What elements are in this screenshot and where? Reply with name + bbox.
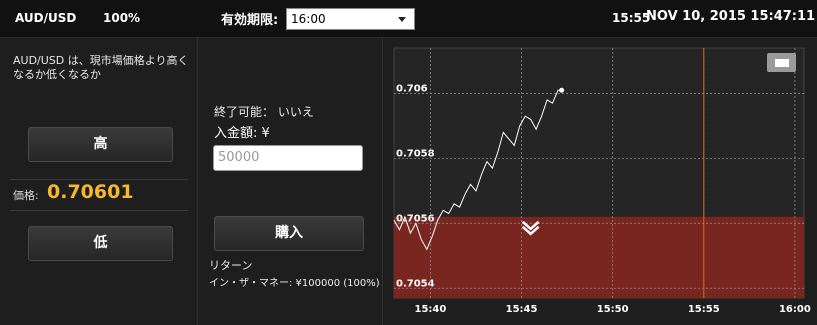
expiry-select[interactable]: 16:00 bbox=[286, 8, 415, 30]
low-button[interactable]: 低 bbox=[28, 226, 173, 261]
expiry-select-value: 16:00 bbox=[291, 12, 326, 26]
put-zone bbox=[394, 216, 804, 298]
direction-panel: AUD/USD は、現市場価格より高くなるか低くなるか 高 価格: 0.7060… bbox=[0, 38, 198, 325]
price-chart-svg: 0.706 0.7058 0.7056 0.7054 15:40 15:45 15:50 15… bbox=[393, 47, 811, 315]
early-close-status: 終了可能： いいえ bbox=[214, 105, 314, 119]
price-value: 0.70601 bbox=[47, 181, 134, 203]
x-tick-label: 15:55 bbox=[688, 304, 720, 315]
x-tick-label: 15:50 bbox=[597, 304, 629, 315]
buy-button[interactable]: 購入 bbox=[214, 216, 364, 251]
window-toggle-icon-glyph bbox=[775, 59, 789, 67]
divider bbox=[10, 210, 188, 211]
x-tick-label: 16:00 bbox=[779, 304, 811, 315]
return-label: リターン bbox=[209, 259, 253, 272]
in-the-money-payout: イン・ザ・マネー: ¥100000 (100%) bbox=[209, 278, 380, 289]
y-tick-label: 0.706 bbox=[396, 83, 428, 94]
price-chart[interactable]: 0.706 0.7058 0.7056 0.7054 15:40 15:45 15:50 15… bbox=[384, 38, 817, 325]
divider bbox=[10, 179, 188, 180]
y-tick-label: 0.7056 bbox=[396, 213, 435, 224]
amount-input[interactable]: 50000 bbox=[213, 145, 363, 171]
header-bar: AUD/USD 100% 有効期限: 16:00 15:55 NOV 10, 2… bbox=[0, 0, 817, 38]
expiry-label: 有効期限: bbox=[221, 13, 279, 28]
high-button[interactable]: 高 bbox=[28, 127, 173, 162]
amount-label: 入金額: ¥ bbox=[214, 126, 270, 141]
last-price-point bbox=[559, 87, 565, 93]
asset-pair: AUD/USD bbox=[15, 11, 77, 25]
server-datetime: NOV 10, 2015 15:47:11 bbox=[646, 9, 816, 24]
x-tick-label: 15:45 bbox=[506, 304, 538, 315]
trade-description: AUD/USD は、現市場価格より高くなるか低くなるか bbox=[13, 54, 189, 81]
order-panel: 終了可能： いいえ 入金額: ¥ 50000 購入 リターン イン・ザ・マネー:… bbox=[199, 38, 383, 325]
payout-percent: 100% bbox=[103, 11, 141, 25]
current-slot-time: 15:55 bbox=[612, 11, 651, 25]
chevron-down-icon bbox=[398, 17, 406, 22]
y-tick-label: 0.7058 bbox=[396, 148, 435, 159]
x-tick-label: 15:40 bbox=[415, 304, 447, 315]
y-tick-label: 0.7054 bbox=[396, 278, 435, 289]
price-label: 価格: bbox=[13, 189, 39, 202]
